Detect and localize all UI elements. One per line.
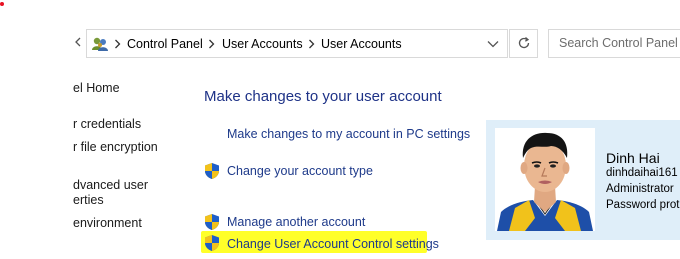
user-email: dinhdaihai161 xyxy=(606,167,678,179)
manage-credentials-link[interactable]: r credentials xyxy=(73,117,141,131)
refresh-icon xyxy=(518,37,530,49)
user-password-status: Password prot xyxy=(606,199,680,211)
breadcrumb-user-accounts[interactable]: User Accounts xyxy=(222,37,303,51)
advanced-user-properties-link-cont[interactable]: erties xyxy=(73,193,104,207)
change-uac-settings-link[interactable]: Change User Account Control settings xyxy=(227,237,439,251)
breadcrumb-separator-icon[interactable] xyxy=(308,39,315,49)
user-role: Administrator xyxy=(606,183,674,195)
search-box[interactable] xyxy=(548,29,680,58)
environment-variables-link[interactable]: environment xyxy=(73,216,142,230)
pc-settings-link[interactable]: Make changes to my account in PC setting… xyxy=(227,127,470,141)
red-dot xyxy=(0,2,4,6)
refresh-button[interactable] xyxy=(509,29,538,58)
user-name: Dinh Hai xyxy=(606,150,660,166)
advanced-user-properties-link[interactable]: dvanced user xyxy=(73,178,148,192)
page-title: Make changes to your user account xyxy=(204,88,442,105)
breadcrumb-separator-icon[interactable] xyxy=(114,39,121,49)
change-account-type-link[interactable]: Change your account type xyxy=(227,164,373,178)
address-bar[interactable]: Control Panel User Accounts User Account… xyxy=(86,29,508,58)
breadcrumb-control-panel[interactable]: Control Panel xyxy=(127,37,203,51)
breadcrumb-user-accounts-current[interactable]: User Accounts xyxy=(321,37,402,51)
chevron-down-icon[interactable] xyxy=(487,40,499,48)
avatar-portrait-icon xyxy=(495,128,595,231)
search-input[interactable] xyxy=(559,36,680,50)
uac-shield-icon xyxy=(205,235,219,251)
uac-shield-icon xyxy=(205,163,219,179)
file-encryption-link[interactable]: r file encryption xyxy=(73,140,158,154)
control-panel-home-link[interactable]: el Home xyxy=(73,81,120,95)
user-accounts-icon xyxy=(92,37,108,51)
user-avatar xyxy=(495,128,595,231)
chevron-left-icon[interactable] xyxy=(74,37,82,47)
uac-shield-icon xyxy=(205,214,219,230)
manage-another-account-link[interactable]: Manage another account xyxy=(227,215,365,229)
breadcrumb-separator-icon[interactable] xyxy=(208,39,215,49)
